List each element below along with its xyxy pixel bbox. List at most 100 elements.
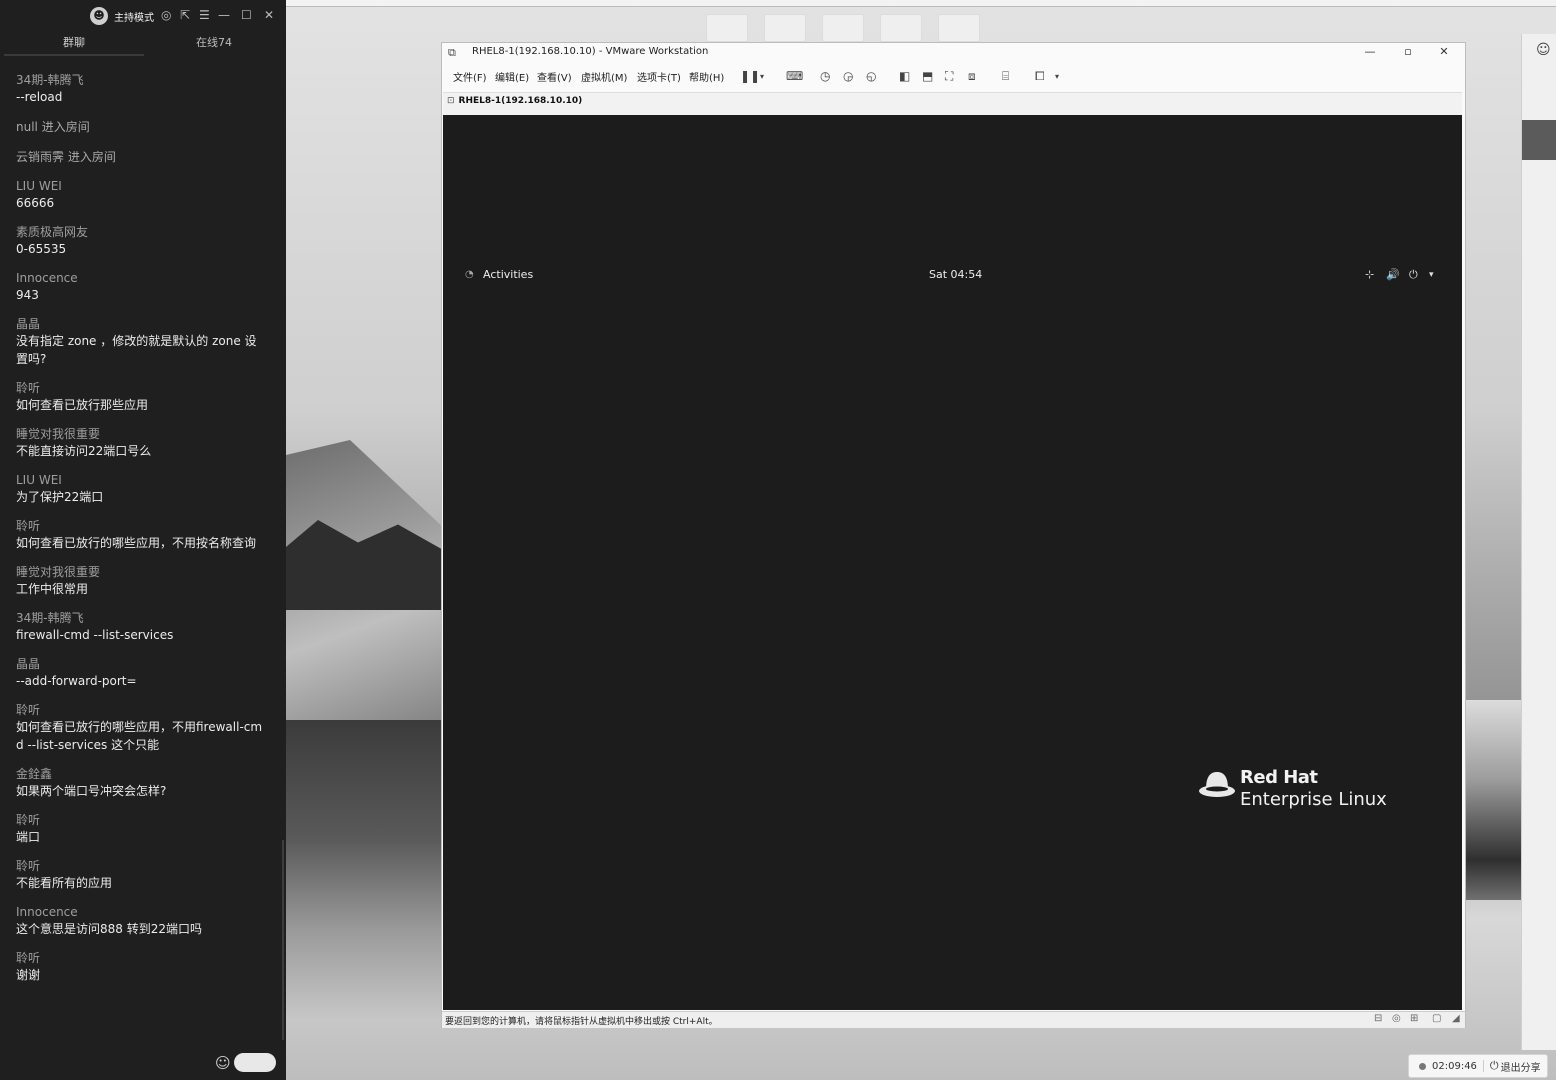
share-timer: 02:09:46 [1432, 1060, 1477, 1072]
snapshot-icon[interactable]: ◷ [820, 69, 830, 83]
message-text: --add-forward-port= [16, 674, 137, 688]
logo-text-enterprise-linux: Enterprise Linux [1240, 789, 1387, 810]
host-taskbar-thumb[interactable] [938, 14, 980, 42]
chat-message: 晶晶 没有指定 zone ，修改的就是默认的 zone 设置吗? [16, 316, 266, 368]
message-sender: 聆听 [16, 381, 41, 395]
tab-vm-rhel8[interactable]: ⊡ RHEL8-1(192.168.10.10) [447, 96, 582, 106]
chat-panel: ☻ 主持模式 ◎ ⇱ ☰ — ☐ ✕ 群聊 在线74 34期-韩腾飞 --rel… [0, 0, 286, 1080]
power-icon: ⏻ [1489, 1059, 1499, 1072]
message-text: 为了保护22端口 [16, 490, 104, 504]
chat-message: 聆听 端口 [16, 812, 266, 846]
menu-icon[interactable]: ☰ [199, 8, 210, 22]
recording-dot-icon [1419, 1062, 1426, 1070]
message-text: null 进入房间 [16, 120, 90, 134]
host-taskbar-thumb[interactable] [764, 14, 806, 42]
chevron-down-icon[interactable]: ▾ [1429, 270, 1434, 280]
vm-console-screen[interactable]: ◔ Activities Sat 04:54 ⊹ 🔊 ⏻ ▾ Red Hat E… [443, 115, 1462, 1010]
revert-snapshot-icon[interactable]: ◶ [843, 69, 853, 83]
chat-tabs: 群聊 在线74 [0, 34, 286, 56]
menu-view[interactable]: 查看(V) [537, 69, 572, 84]
emoji-icon[interactable]: ☺ [215, 1054, 231, 1072]
message-log-icon[interactable]: ▢ [1432, 1013, 1441, 1024]
fullscreen-icon[interactable]: ⛶ [945, 69, 953, 84]
activities-icon: ◔ [465, 269, 474, 280]
message-text: 云销雨霁 进入房间 [16, 150, 116, 164]
message-sender: 金銓鑫 [16, 767, 53, 781]
tab-online-users[interactable]: 在线74 [146, 34, 282, 54]
host-mode-label[interactable]: 主持模式 [114, 9, 154, 24]
hard-disk-icon[interactable]: ⊟ [1374, 1013, 1382, 1024]
chat-message: Innocence 这个意思是访问888 转到22端口吗 [16, 904, 266, 938]
chat-message: 聆听 如何查看已放行的哪些应用，不用按名称查询 [16, 518, 266, 552]
message-text: 0-65535 [16, 242, 67, 256]
gnome-clock[interactable]: Sat 04:54 [929, 268, 982, 281]
close-icon[interactable]: ✕ [1436, 45, 1452, 58]
assistant-icon[interactable]: ☺ [1536, 42, 1551, 58]
logo-text-redhat: Red Hat [1240, 767, 1318, 788]
stretch-view-icon[interactable]: ⧠ [1035, 69, 1045, 84]
minimize-icon[interactable]: — [218, 8, 230, 22]
volume-icon[interactable]: 🔊 [1386, 268, 1400, 281]
host-taskbar-thumb[interactable] [706, 14, 748, 42]
power-icon[interactable]: ⏻ [1409, 268, 1418, 282]
message-text: 如何查看已放行的哪些应用，不用按名称查询 [16, 536, 257, 550]
screen-share-bar: 02:09:46 ⏻ 退出分享 [1408, 1054, 1548, 1078]
chevron-down-icon[interactable]: ▾ [1055, 72, 1059, 81]
chat-message: 睡觉对我很重要 工作中很常用 [16, 564, 266, 598]
console-icon[interactable]: ⌸ [1002, 69, 1009, 84]
host-taskbar-thumb[interactable] [880, 14, 922, 42]
system-message: 云销雨霁 进入房间 [16, 148, 266, 166]
message-text: 66666 [16, 196, 55, 210]
redhat-hat-icon [1199, 772, 1235, 797]
chat-message: 34期-韩腾飞 --reload [16, 72, 266, 106]
menu-vm[interactable]: 虚拟机(M) [581, 69, 627, 84]
message-text: 这个意思是访问888 转到22端口吗 [16, 922, 202, 936]
chat-scrollbar[interactable] [282, 840, 284, 1040]
message-text: 不能看所有的应用 [16, 876, 113, 890]
chat-message: 聆听 不能看所有的应用 [16, 858, 266, 892]
message-text: 工作中很常用 [16, 582, 89, 596]
message-sender: 睡觉对我很重要 [16, 427, 101, 441]
pause-icon[interactable]: ❚❚ [740, 69, 760, 83]
close-icon[interactable]: ✕ [264, 8, 274, 22]
network-adapter-icon[interactable]: ⊞ [1410, 1013, 1418, 1024]
maximize-icon[interactable]: ☐ [241, 8, 252, 22]
minimize-icon[interactable]: — [1362, 45, 1378, 58]
send-ctrl-alt-del-icon[interactable]: ⌨ [786, 69, 803, 83]
settings-icon[interactable]: ◎ [161, 8, 171, 22]
status-hint: 要返回到您的计算机，请将鼠标指针从虚拟机中移出或按 Ctrl+Alt。 [445, 1017, 718, 1027]
snapshot-manager-icon[interactable]: ◵ [866, 69, 876, 83]
chevron-down-icon[interactable]: ▾ [760, 72, 764, 81]
vmware-statusbar: 要返回到您的计算机，请将鼠标指针从虚拟机中移出或按 Ctrl+Alt。 ⊟ ◎ … [442, 1011, 1465, 1028]
window-title: RHEL8-1(192.168.10.10) - VMware Workstat… [472, 46, 709, 57]
message-sender: LIU WEI [16, 473, 62, 487]
chat-message: 聆听 谢谢 [16, 950, 266, 984]
host-avatar[interactable]: ☻ [90, 7, 108, 25]
library-view-icon[interactable]: ◧ [899, 69, 910, 83]
message-sender: 聆听 [16, 703, 41, 717]
message-text: 端口 [16, 830, 41, 844]
tab-group-chat[interactable]: 群聊 [4, 34, 144, 56]
maximize-icon[interactable]: ▫ [1400, 45, 1416, 58]
menu-file[interactable]: 文件(F) [453, 69, 487, 84]
unity-icon[interactable]: ⧈ [968, 69, 976, 84]
activities-button[interactable]: Activities [483, 268, 533, 281]
menu-edit[interactable]: 编辑(E) [495, 69, 529, 84]
popout-icon[interactable]: ⇱ [180, 8, 190, 22]
message-text: 如何查看已放行的哪些应用，不用firewall-cmd --list-servi… [16, 720, 263, 752]
menu-tabs[interactable]: 选项卡(T) [637, 69, 681, 84]
host-taskbar-thumb[interactable] [822, 14, 864, 42]
exit-share-button[interactable]: 退出分享 [1501, 1059, 1541, 1074]
message-text: 谢谢 [16, 968, 41, 982]
cd-drive-icon[interactable]: ◎ [1392, 1013, 1401, 1024]
wallpaper-lake [286, 720, 446, 1020]
send-button[interactable] [234, 1053, 276, 1072]
menu-help[interactable]: 帮助(H) [689, 69, 724, 84]
resize-grip-icon[interactable]: ◢ [1452, 1013, 1460, 1024]
message-sender: 34期-韩腾飞 [16, 73, 84, 87]
network-icon[interactable]: ⊹ [1365, 268, 1374, 281]
message-sender: 聆听 [16, 951, 41, 965]
thumbnail-view-icon[interactable]: ⬒ [922, 69, 933, 83]
message-sender: Innocence [16, 271, 78, 285]
chat-message: 聆听 如何查看已放行那些应用 [16, 380, 266, 414]
